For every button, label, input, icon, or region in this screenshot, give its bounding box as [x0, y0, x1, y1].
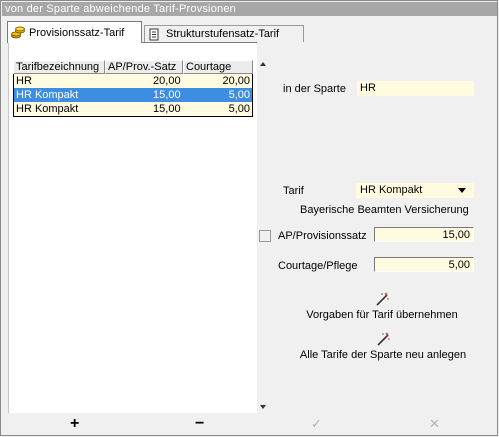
column-header-tarifbezeichnung[interactable]: Tarifbezeichnung	[13, 60, 105, 74]
sparte-value: HR	[357, 81, 474, 96]
table-body: HR 20,00 20,00 HR Kompakt 15,00 5,00 HR …	[13, 74, 253, 117]
sparte-label: in der Sparte	[283, 83, 346, 95]
table-row[interactable]: HR Kompakt 15,00 5,00	[14, 102, 252, 116]
ap-override-checkbox[interactable]	[259, 230, 271, 242]
ap-input[interactable]: 15,00	[374, 227, 474, 242]
create-all-tariffs-button[interactable]: Alle Tarife der Sparte neu anlegen	[283, 331, 483, 361]
add-button[interactable]: +	[70, 416, 79, 432]
list-icon	[148, 28, 162, 41]
tab-provisionssatz-tarif[interactable]: Provisionssatz-Tarif	[7, 21, 142, 43]
tariff-table: Tarifbezeichnung AP/Prov.-Satz Courtage …	[13, 60, 253, 117]
window-frame: von der Sparte abweichende Tarif-Provsio…	[0, 0, 498, 436]
table-row[interactable]: HR 20,00 20,00	[14, 74, 252, 88]
table-row-selected[interactable]: HR Kompakt 15,00 5,00	[14, 88, 252, 102]
remove-button[interactable]: −	[195, 416, 204, 432]
company-name: Bayerische Beamten Versicherung	[300, 204, 469, 216]
courtage-input[interactable]: 5,00	[374, 257, 474, 272]
apply-defaults-label: Vorgaben für Tarif übernehmen	[306, 309, 458, 321]
cell-tarif: HR Kompakt	[16, 89, 79, 101]
chevron-down-icon[interactable]	[458, 188, 466, 193]
tariff-list-panel: Tarifbezeichnung AP/Prov.-Satz Courtage …	[8, 43, 257, 413]
column-header-courtage[interactable]: Courtage	[183, 60, 253, 74]
column-header-ap-prov-satz[interactable]: AP/Prov.-Satz	[105, 60, 183, 74]
cell-courtage: 5,00	[228, 103, 250, 115]
table-header: Tarifbezeichnung AP/Prov.-Satz Courtage	[13, 60, 253, 74]
tarif-dropdown[interactable]: HR Kompakt	[356, 183, 474, 198]
tarif-label: Tarif	[283, 185, 304, 197]
create-all-label: Alle Tarife der Sparte neu anlegen	[299, 349, 467, 361]
apply-defaults-button[interactable]: Vorgaben für Tarif übernehmen	[297, 291, 467, 321]
tab-strukturstufensatz-tarif[interactable]: Strukturstufensatz-Tarif	[144, 25, 304, 42]
cell-ap: 15,00	[153, 103, 181, 115]
bottom-toolbar: + − ✓ ✕	[2, 413, 497, 435]
magic-wand-icon	[377, 332, 390, 346]
window-title: von der Sparte abweichende Tarif-Provsio…	[2, 2, 497, 16]
cell-ap: 15,00	[153, 89, 181, 101]
ap-label: AP/Provisionssatz	[278, 230, 367, 242]
confirm-button[interactable]: ✓	[311, 417, 322, 431]
magic-wand-icon	[376, 292, 389, 306]
cancel-button[interactable]: ✕	[429, 417, 440, 431]
courtage-label: Courtage/Pflege	[278, 260, 358, 272]
cell-courtage: 5,00	[228, 89, 250, 101]
tab-label: Strukturstufensatz-Tarif	[166, 28, 280, 40]
tab-label: Provisionssatz-Tarif	[29, 26, 125, 39]
cell-tarif: HR Kompakt	[16, 103, 79, 115]
coins-icon	[11, 26, 25, 39]
scroll-down-arrow-icon[interactable]	[260, 405, 266, 409]
cell-courtage: 20,00	[222, 75, 250, 87]
tarif-dropdown-value: HR Kompakt	[360, 184, 423, 196]
cell-ap: 20,00	[153, 75, 181, 87]
cell-tarif: HR	[16, 75, 32, 87]
scroll-up-arrow-icon[interactable]	[260, 62, 266, 66]
